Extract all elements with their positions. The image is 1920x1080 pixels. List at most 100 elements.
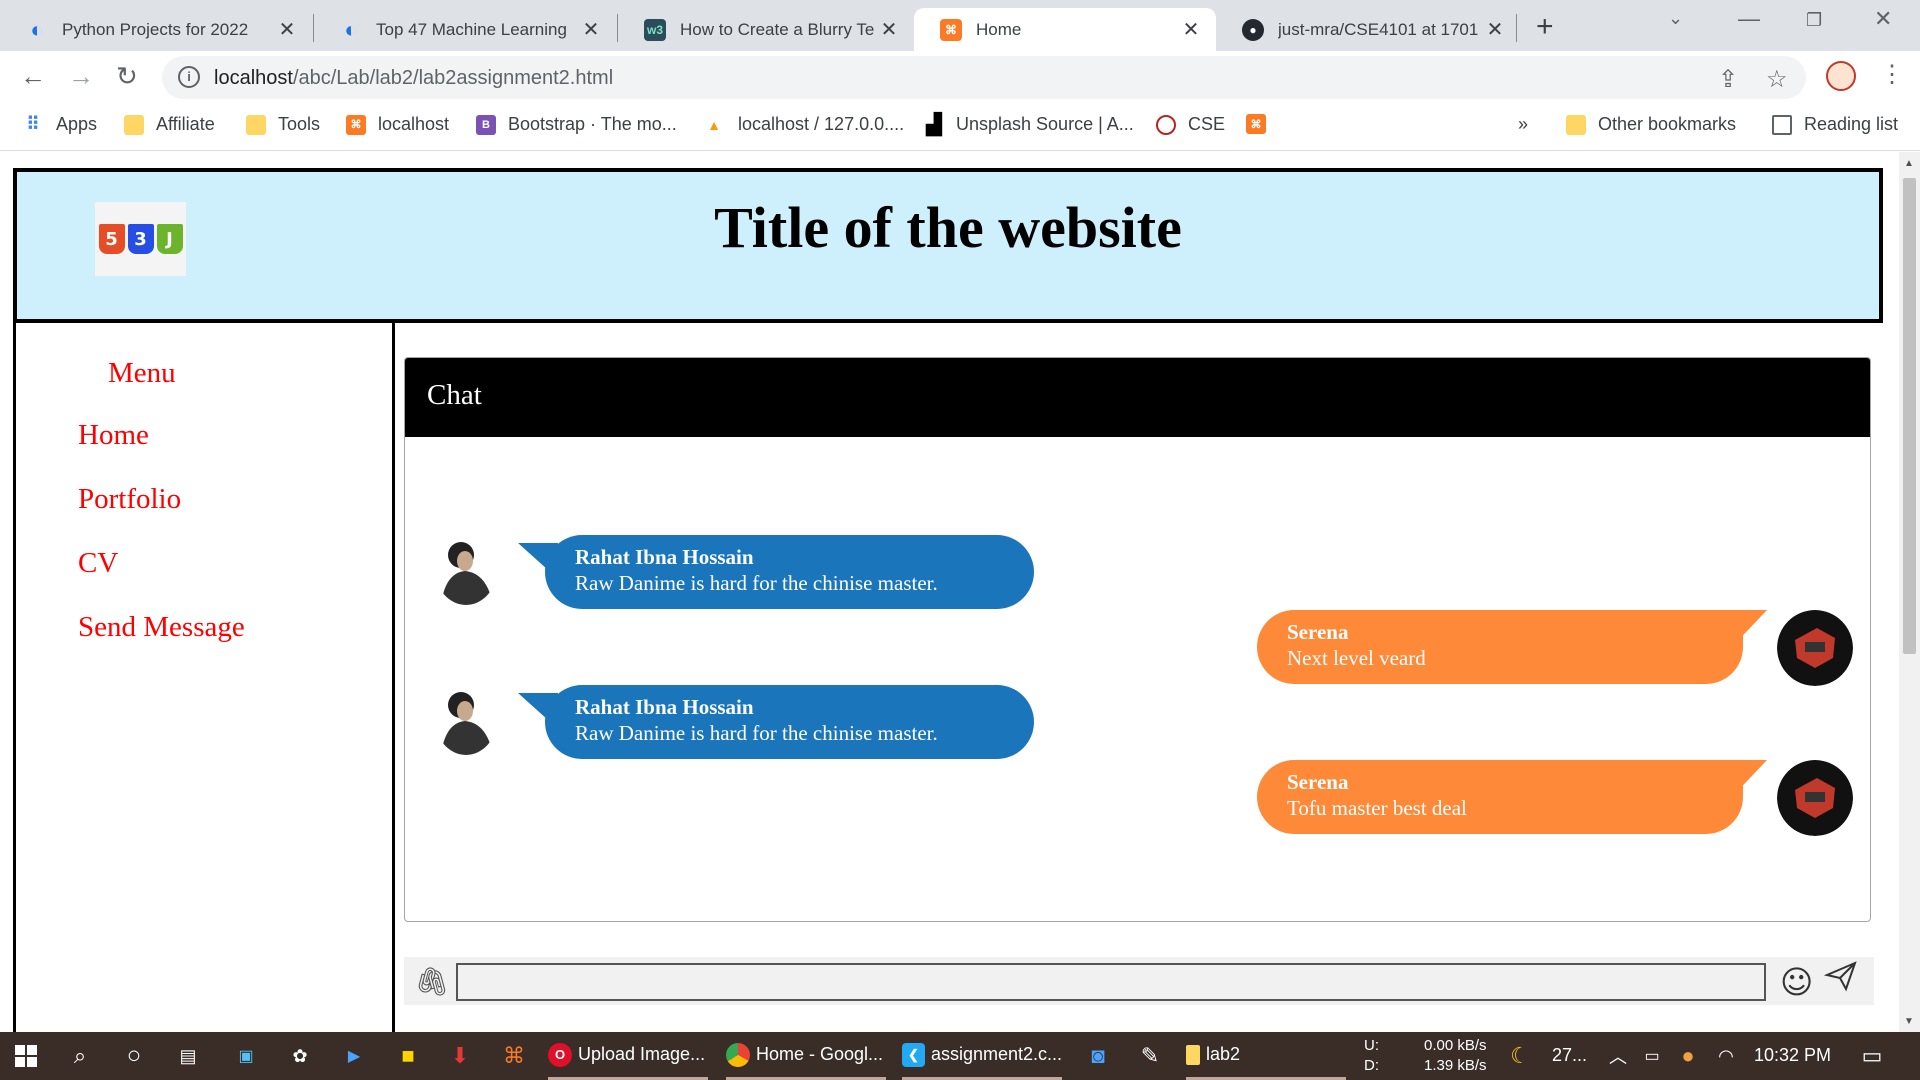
browser-tab-active[interactable]: ⌘ Home ✕ (914, 8, 1216, 51)
close-window-button[interactable]: ✕ (1874, 6, 1892, 32)
bootstrap-icon: B (476, 114, 496, 135)
menu-link-cv[interactable]: CV (78, 547, 118, 580)
close-tab-icon[interactable]: ✕ (878, 17, 900, 42)
notifications-icon[interactable]: ▭ (1858, 1042, 1886, 1070)
search-icon[interactable]: ⌕ (66, 1042, 94, 1070)
remote-desktop-icon[interactable]: ▣ (232, 1042, 260, 1070)
battery-icon[interactable]: ▭ (1638, 1042, 1666, 1070)
browser-tab-strip: ◐ Python Projects for 2022 ✕ ◐ Top 47 Ma… (0, 0, 1920, 51)
chat-message-left (435, 683, 497, 755)
bookmark-label: Apps (56, 114, 98, 134)
taskbar-app-explorer[interactable]: lab2 (1186, 1032, 1346, 1080)
emoji-icon[interactable]: ☺ (1780, 963, 1813, 1001)
xampp-icon: ⌘ (940, 18, 962, 41)
tab-title: Top 47 Machine Learning (376, 19, 567, 39)
bookmark-bootstrap[interactable]: B Bootstrap · The mo... (476, 114, 677, 135)
taskbar-app-vscode[interactable]: ❮ assignment2.c... (902, 1032, 1062, 1080)
bookmark-xampp[interactable]: ⌘ (1246, 114, 1278, 134)
scroll-down-arrow-icon[interactable]: ▼ (1904, 1016, 1914, 1027)
scroll-up-arrow-icon[interactable]: ▲ (1904, 158, 1914, 169)
net-up-label: U: (1364, 1037, 1379, 1054)
bookmark-label: Tools (278, 114, 321, 134)
tab-title: just-mra/CSE4101 at 1701 (1278, 19, 1479, 39)
forward-button[interactable]: → (68, 61, 94, 92)
address-bar[interactable]: i localhost/abc/Lab/lab2/lab2assignment2… (162, 56, 1806, 99)
taskbar-app-label: Home - Googl... (756, 1044, 884, 1064)
close-tab-icon[interactable]: ✕ (1180, 17, 1202, 42)
w3-icon: w3 (644, 18, 666, 41)
minimize-button[interactable]: — (1738, 6, 1760, 32)
weather-moon-icon[interactable]: ☾ (1506, 1042, 1534, 1070)
file-explorer-icon (1186, 1044, 1200, 1065)
reload-button[interactable]: ↻ (116, 61, 138, 92)
python-projects-icon: ◐ (30, 16, 44, 42)
menu-title: Menu (108, 357, 176, 389)
sticky-notes-icon[interactable]: ■ (394, 1042, 422, 1070)
bookmark-star-icon[interactable]: ☆ (1766, 65, 1788, 94)
profile-avatar[interactable] (1826, 61, 1856, 91)
bookmark-label: CSE (1188, 114, 1226, 134)
share-icon[interactable]: ⇪ (1718, 65, 1738, 94)
tab-search-icon[interactable]: ⌄ (1668, 8, 1683, 29)
download-manager-icon[interactable]: ⬇ (446, 1042, 474, 1070)
bookmark-label: Bootstrap · The mo... (508, 114, 677, 134)
scrollbar-thumb[interactable] (1903, 178, 1916, 654)
bookmark-unsplash[interactable]: ▟ Unsplash Source | A... (924, 114, 1133, 136)
attachment-icon[interactable]: 🖇 (414, 965, 450, 999)
browser-tab[interactable]: w3 How to Create a Blurry Te ✕ (618, 8, 914, 51)
reading-list[interactable]: Reading list (1772, 114, 1898, 135)
close-tab-icon[interactable]: ✕ (1484, 17, 1506, 42)
menu-link-send-message[interactable]: Send Message (78, 611, 245, 644)
page-scrollbar[interactable]: ▲ ▼ (1899, 152, 1920, 1032)
task-view-icon[interactable]: ▤ (174, 1042, 202, 1070)
paint-icon[interactable]: ✿ (286, 1042, 314, 1070)
tray-app-icon[interactable]: ● (1674, 1042, 1702, 1070)
folder-icon (1566, 114, 1586, 135)
bookmark-affiliate[interactable]: Affiliate (124, 114, 215, 135)
taskbar-app-opera[interactable]: O Upload Image... (548, 1032, 708, 1080)
browser-toolbar: ← → ↻ i localhost/abc/Lab/lab2/lab2assig… (0, 51, 1920, 103)
site-info-icon[interactable]: i (178, 66, 200, 88)
bookmarks-overflow-button[interactable]: » (1518, 114, 1528, 135)
wifi-icon[interactable]: ◠ (1712, 1042, 1740, 1070)
menu-link-home[interactable]: Home (78, 419, 149, 452)
app-icon[interactable]: ◙ (1084, 1042, 1112, 1070)
url-text[interactable]: localhost/abc/Lab/lab2/lab2assignment2.h… (214, 67, 613, 90)
cortana-icon[interactable]: ○ (120, 1042, 148, 1070)
close-tab-icon[interactable]: ✕ (580, 17, 602, 42)
bookmark-cse[interactable]: CSE (1156, 114, 1225, 135)
browser-tab[interactable]: ◐ Top 47 Machine Learning ✕ (314, 8, 616, 51)
user-avatar (1777, 760, 1853, 836)
message-input[interactable] (456, 963, 1766, 1001)
chat-bubble: Serena Tofu master best deal (1257, 760, 1743, 834)
other-bookmarks[interactable]: Other bookmarks (1566, 114, 1736, 135)
bookmark-apps[interactable]: ⠿ Apps (22, 114, 97, 135)
taskbar-app-chrome[interactable]: Home - Googl... (726, 1032, 886, 1080)
chrome-icon (726, 1042, 750, 1067)
powershell-icon[interactable]: ▶ (340, 1042, 368, 1070)
send-icon[interactable] (1823, 959, 1858, 998)
url-host: localhost (214, 67, 293, 89)
chat-message-right (1777, 610, 1853, 686)
python-projects-icon: ◐ (344, 16, 358, 42)
url-path: /abc/Lab/lab2/lab2assignment2.html (292, 67, 614, 89)
xampp-icon[interactable]: ⌘ (500, 1042, 528, 1070)
browser-menu-icon[interactable]: ⋮ (1880, 60, 1904, 89)
restore-button[interactable]: ❐ (1806, 10, 1822, 31)
new-tab-button[interactable]: + (1536, 10, 1554, 44)
bookmark-phpmyadmin[interactable]: ▲ localhost / 127.0.0.... (702, 114, 904, 135)
browser-tab[interactable]: ◐ Python Projects for 2022 ✕ (0, 8, 312, 51)
chat-message-right (1777, 760, 1853, 836)
chat-bubble: Rahat Ibna Hossain Raw Danime is hard fo… (545, 685, 1034, 759)
message-text: Next level veard (1287, 646, 1426, 670)
back-button[interactable]: ← (20, 61, 46, 92)
bookmark-tools[interactable]: Tools (246, 114, 320, 135)
app-icon[interactable]: ✎ (1136, 1042, 1164, 1070)
chevron-up-icon[interactable]: ︿ (1604, 1042, 1632, 1070)
menu-link-portfolio[interactable]: Portfolio (78, 483, 181, 516)
bookmark-localhost[interactable]: ⌘ localhost (346, 114, 449, 135)
browser-tab[interactable]: ● just-mra/CSE4101 at 1701 ✕ (1216, 8, 1520, 51)
reading-list-icon (1772, 114, 1792, 135)
windows-start-icon[interactable] (12, 1042, 40, 1070)
close-tab-icon[interactable]: ✕ (276, 17, 298, 42)
